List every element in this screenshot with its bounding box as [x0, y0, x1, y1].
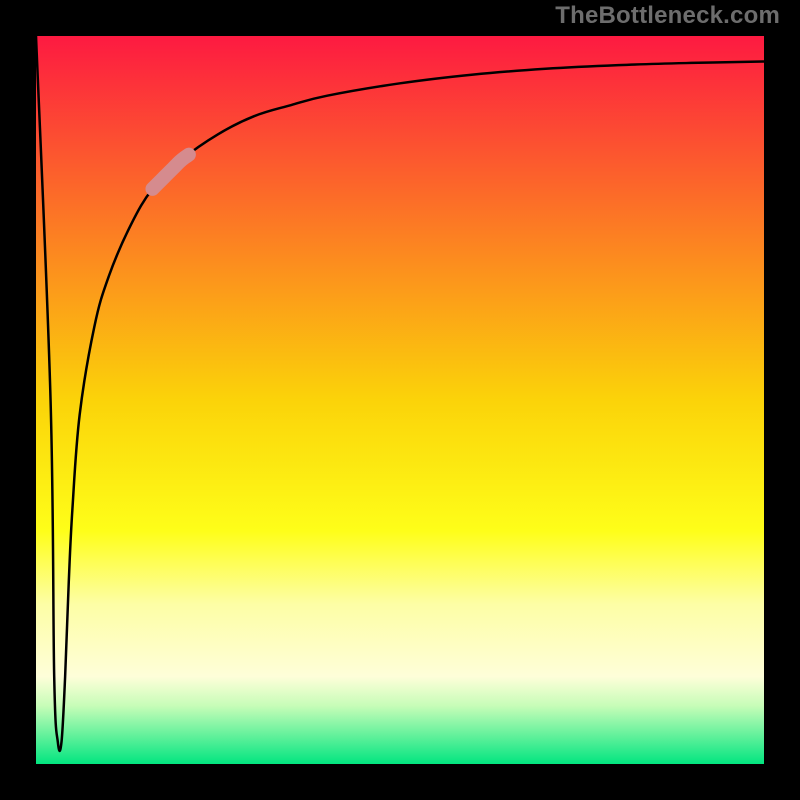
watermark-text: TheBottleneck.com — [555, 2, 780, 30]
plot-gradient-background — [36, 36, 764, 764]
bottleneck-curve-plot — [0, 0, 800, 800]
